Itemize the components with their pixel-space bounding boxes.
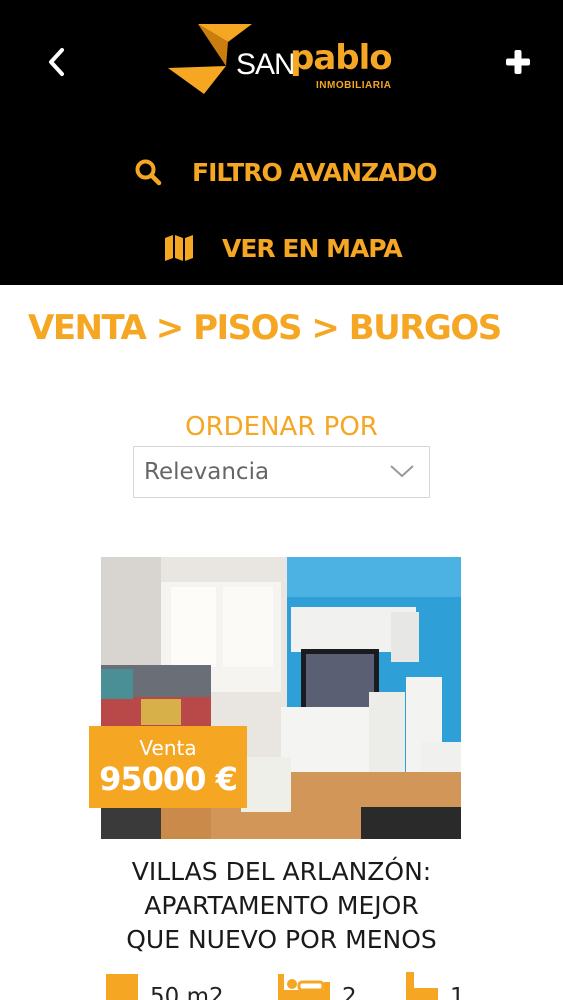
- app-header: SAN pablo INMOBILIARIA FILTRO AVANZADO V…: [0, 0, 563, 285]
- chevron-down-icon: [390, 465, 414, 478]
- listing-title-line: APARTAMENTO MEJOR: [144, 891, 419, 920]
- feature-area-value: 50 m2: [150, 984, 224, 1000]
- logo-text-pablo: pablo: [290, 38, 393, 78]
- sort-label: ORDENAR POR: [185, 412, 378, 442]
- chevron-left-icon: [49, 48, 64, 76]
- map-icon: [165, 235, 193, 261]
- feature-bathrooms: 1: [404, 972, 465, 1000]
- listing-title[interactable]: VILLAS DEL ARLANZÓN: APARTAMENTO MEJOR Q…: [60, 855, 503, 957]
- advanced-filter-label: FILTRO AVANZADO: [192, 157, 437, 187]
- breadcrumb-separator: >: [155, 308, 185, 348]
- brand-logo: SAN pablo INMOBILIARIA: [168, 22, 400, 100]
- advanced-filter-link[interactable]: FILTRO AVANZADO: [134, 150, 437, 194]
- search-icon: [135, 159, 162, 186]
- back-button[interactable]: [36, 40, 76, 84]
- listing-title-line: QUE NUEVO POR MENOS: [126, 925, 437, 954]
- feature-bathrooms-value: 1: [450, 984, 465, 1000]
- breadcrumb-separator: >: [311, 308, 340, 348]
- sort-selected-value: Relevancia: [144, 459, 270, 485]
- feature-bedrooms: 2: [276, 972, 357, 1000]
- view-map-label: VER EN MAPA: [222, 233, 403, 263]
- feature-bedrooms-value: 2: [342, 984, 357, 1000]
- feature-area: 50 m2: [104, 972, 224, 1000]
- logo-subtitle: INMOBILIARIA: [316, 80, 392, 91]
- listing-type: Venta: [139, 736, 197, 760]
- listing-features: 50 m2 2 1: [0, 972, 563, 1000]
- area-icon: [106, 974, 138, 1000]
- listing-title-line: VILLAS DEL ARLANZÓN:: [131, 857, 432, 886]
- bathtub-icon: [406, 972, 438, 1000]
- plus-icon: [506, 50, 530, 74]
- price-badge: Venta 95000 €: [89, 726, 247, 808]
- breadcrumb-item-pisos[interactable]: PISOS: [193, 308, 302, 348]
- breadcrumb-item-burgos[interactable]: BURGOS: [349, 308, 503, 348]
- bed-icon: [278, 974, 330, 1000]
- sort-select[interactable]: Relevancia: [133, 446, 430, 498]
- view-map-link[interactable]: VER EN MAPA: [164, 226, 403, 270]
- breadcrumb: VENTA > PISOS > BURGOS: [28, 308, 503, 348]
- breadcrumb-item-venta[interactable]: VENTA: [28, 308, 147, 348]
- add-button[interactable]: [496, 40, 540, 84]
- listing-price: 95000 €: [99, 760, 238, 798]
- logo-text-san: SAN: [236, 48, 296, 81]
